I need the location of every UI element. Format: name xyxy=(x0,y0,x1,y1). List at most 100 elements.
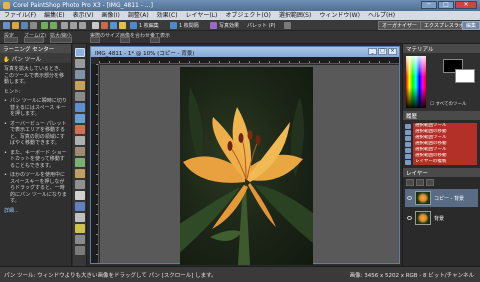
menu-objects[interactable]: オブジェクト(O) xyxy=(221,11,274,19)
move-tool-icon[interactable] xyxy=(75,92,85,101)
zoom-inout-buttons[interactable] xyxy=(50,37,72,43)
adjustment-layer-icon[interactable] xyxy=(426,179,434,186)
doc-minimize-button[interactable]: _ xyxy=(368,48,377,55)
horizontal-ruler xyxy=(99,57,399,64)
menu-selections[interactable]: 選択範囲(S) xyxy=(275,11,316,19)
red-eye-tool-icon[interactable] xyxy=(75,125,85,134)
clone-brush-icon[interactable] xyxy=(75,147,85,156)
visibility-eye-icon[interactable] xyxy=(407,216,412,220)
deform-tool-icon[interactable] xyxy=(75,70,85,79)
undo-icon[interactable] xyxy=(41,22,48,29)
preset-shape-icon[interactable] xyxy=(75,224,85,233)
presets-dropdown[interactable] xyxy=(4,37,18,43)
maximize-button[interactable]: □ xyxy=(438,1,454,9)
photo-effects-label[interactable]: 写真効果 xyxy=(219,22,239,29)
eraser-tool-icon[interactable] xyxy=(75,191,85,200)
show-all-button[interactable] xyxy=(150,37,160,43)
crop-tool-icon[interactable] xyxy=(75,81,85,90)
cut-icon[interactable] xyxy=(61,22,68,29)
zoom-tool-icon[interactable] xyxy=(75,59,85,68)
tab-express-lab[interactable]: エクスプレスラボ xyxy=(420,21,468,30)
all-tools-label: すべてのツール xyxy=(435,102,467,107)
hint-title: ヒント: xyxy=(4,88,21,95)
menu-effects[interactable]: 効果(C) xyxy=(153,11,182,19)
materials-palette: ☐ すべてのツール xyxy=(403,53,480,111)
tab-organizer[interactable]: オーガナイザー xyxy=(378,21,422,30)
photo-effects-icon[interactable] xyxy=(210,22,217,29)
zoom-field[interactable] xyxy=(24,37,44,43)
flood-fill-icon[interactable] xyxy=(75,202,85,211)
history-step-icon xyxy=(405,159,411,165)
tab-edit[interactable]: 編集 xyxy=(462,21,480,30)
palettes-menu[interactable]: パレット (P) xyxy=(247,22,276,29)
fit-window-label[interactable]: 1 枚編集 xyxy=(139,22,159,29)
history-item[interactable]: レイヤーの複製 xyxy=(405,159,477,165)
pen-tool-icon[interactable] xyxy=(75,235,85,244)
layer-row[interactable]: コピー - 背景 xyxy=(405,189,478,207)
red-eye-icon[interactable] xyxy=(101,22,108,29)
lily-flower-image xyxy=(180,87,313,265)
menu-adjust[interactable]: 調整(A) xyxy=(124,11,153,19)
open-icon[interactable] xyxy=(12,22,19,29)
warp-brush-icon[interactable] xyxy=(75,246,85,255)
fit2-label[interactable]: 1 枚間隔 xyxy=(179,22,199,29)
close-button[interactable]: ✕ xyxy=(455,1,477,9)
actual-size-button[interactable] xyxy=(90,37,100,43)
print-icon[interactable] xyxy=(30,22,37,29)
selection-tool-icon[interactable] xyxy=(75,103,85,112)
menu-file[interactable]: ファイル(F) xyxy=(0,11,40,19)
paste-icon[interactable] xyxy=(79,22,86,29)
smart-fix-icon[interactable] xyxy=(119,22,126,29)
layers-header[interactable]: レイヤー xyxy=(403,168,480,177)
dodge-tool-icon[interactable] xyxy=(75,180,85,189)
menu-image[interactable]: 画像(I) xyxy=(97,11,123,19)
learning-intro: 写真を拡大しているとき、このツールで表示部分を移動します。 xyxy=(4,66,65,85)
pan-tool-icon[interactable] xyxy=(75,48,85,57)
layers-palette: コピー - 背景 背景 xyxy=(403,177,480,273)
text-tool-icon[interactable] xyxy=(75,213,85,222)
history-header[interactable]: 履歴 xyxy=(403,111,480,120)
doc-close-button[interactable]: × xyxy=(388,48,397,55)
hint-list: パン ツールに瞬時に切り替えるにはスペース キーを押します。 オーバービュー パ… xyxy=(4,98,67,205)
save-icon[interactable] xyxy=(21,22,28,29)
redo-icon[interactable] xyxy=(50,22,57,29)
layer-thumbnail xyxy=(415,191,431,205)
fit-icon[interactable] xyxy=(130,22,137,29)
new-icon[interactable] xyxy=(3,22,10,29)
more-info-link[interactable]: 詳細... xyxy=(4,208,67,215)
layer-name: 背景 xyxy=(434,215,445,222)
hint-item: また、キーボード ショートカットを使って移動することもできます。 xyxy=(4,150,67,170)
one-step-fix-icon[interactable] xyxy=(110,22,117,29)
dropper-tool-icon[interactable] xyxy=(75,114,85,123)
layer-row[interactable]: 背景 xyxy=(405,209,478,227)
menu-layers[interactable]: レイヤー(L) xyxy=(182,11,222,19)
minimize-button[interactable]: ─ xyxy=(421,1,437,9)
materials-header[interactable]: マテリアル xyxy=(403,44,480,53)
photo-lily[interactable] xyxy=(180,67,313,265)
layer-thumbnail xyxy=(415,211,431,225)
paint-brush-icon[interactable] xyxy=(75,169,85,178)
copy-icon[interactable] xyxy=(70,22,77,29)
menu-edit[interactable]: 編集(E) xyxy=(40,11,68,19)
fit2-icon[interactable] xyxy=(170,22,177,29)
scratch-remover-icon[interactable] xyxy=(75,158,85,167)
menu-view[interactable]: 表示(V) xyxy=(69,11,98,19)
window-controls: ─ □ ✕ xyxy=(420,1,477,10)
visibility-eye-icon[interactable] xyxy=(407,196,412,200)
color-spectrum[interactable] xyxy=(406,56,426,108)
menu-help[interactable]: ヘルプ(H) xyxy=(364,11,399,19)
background-swatch[interactable] xyxy=(455,69,475,83)
layer-mask-icon[interactable] xyxy=(416,179,424,186)
crop-icon[interactable] xyxy=(92,22,99,29)
all-tools-checkbox[interactable]: ☐ すべてのツール xyxy=(430,101,466,107)
document-controls: _ □ × xyxy=(367,48,397,55)
help-icon[interactable] xyxy=(284,22,291,29)
menu-window[interactable]: ウィンドウ(W) xyxy=(315,11,364,19)
doc-maximize-button[interactable]: □ xyxy=(378,48,387,55)
fit-image-button[interactable] xyxy=(120,37,130,43)
makeover-tool-icon[interactable] xyxy=(75,136,85,145)
canvas[interactable] xyxy=(100,65,399,265)
learning-center-header[interactable]: ラーニング センター xyxy=(0,44,71,53)
new-layer-icon[interactable] xyxy=(406,179,414,186)
history-step-icon xyxy=(405,141,411,147)
